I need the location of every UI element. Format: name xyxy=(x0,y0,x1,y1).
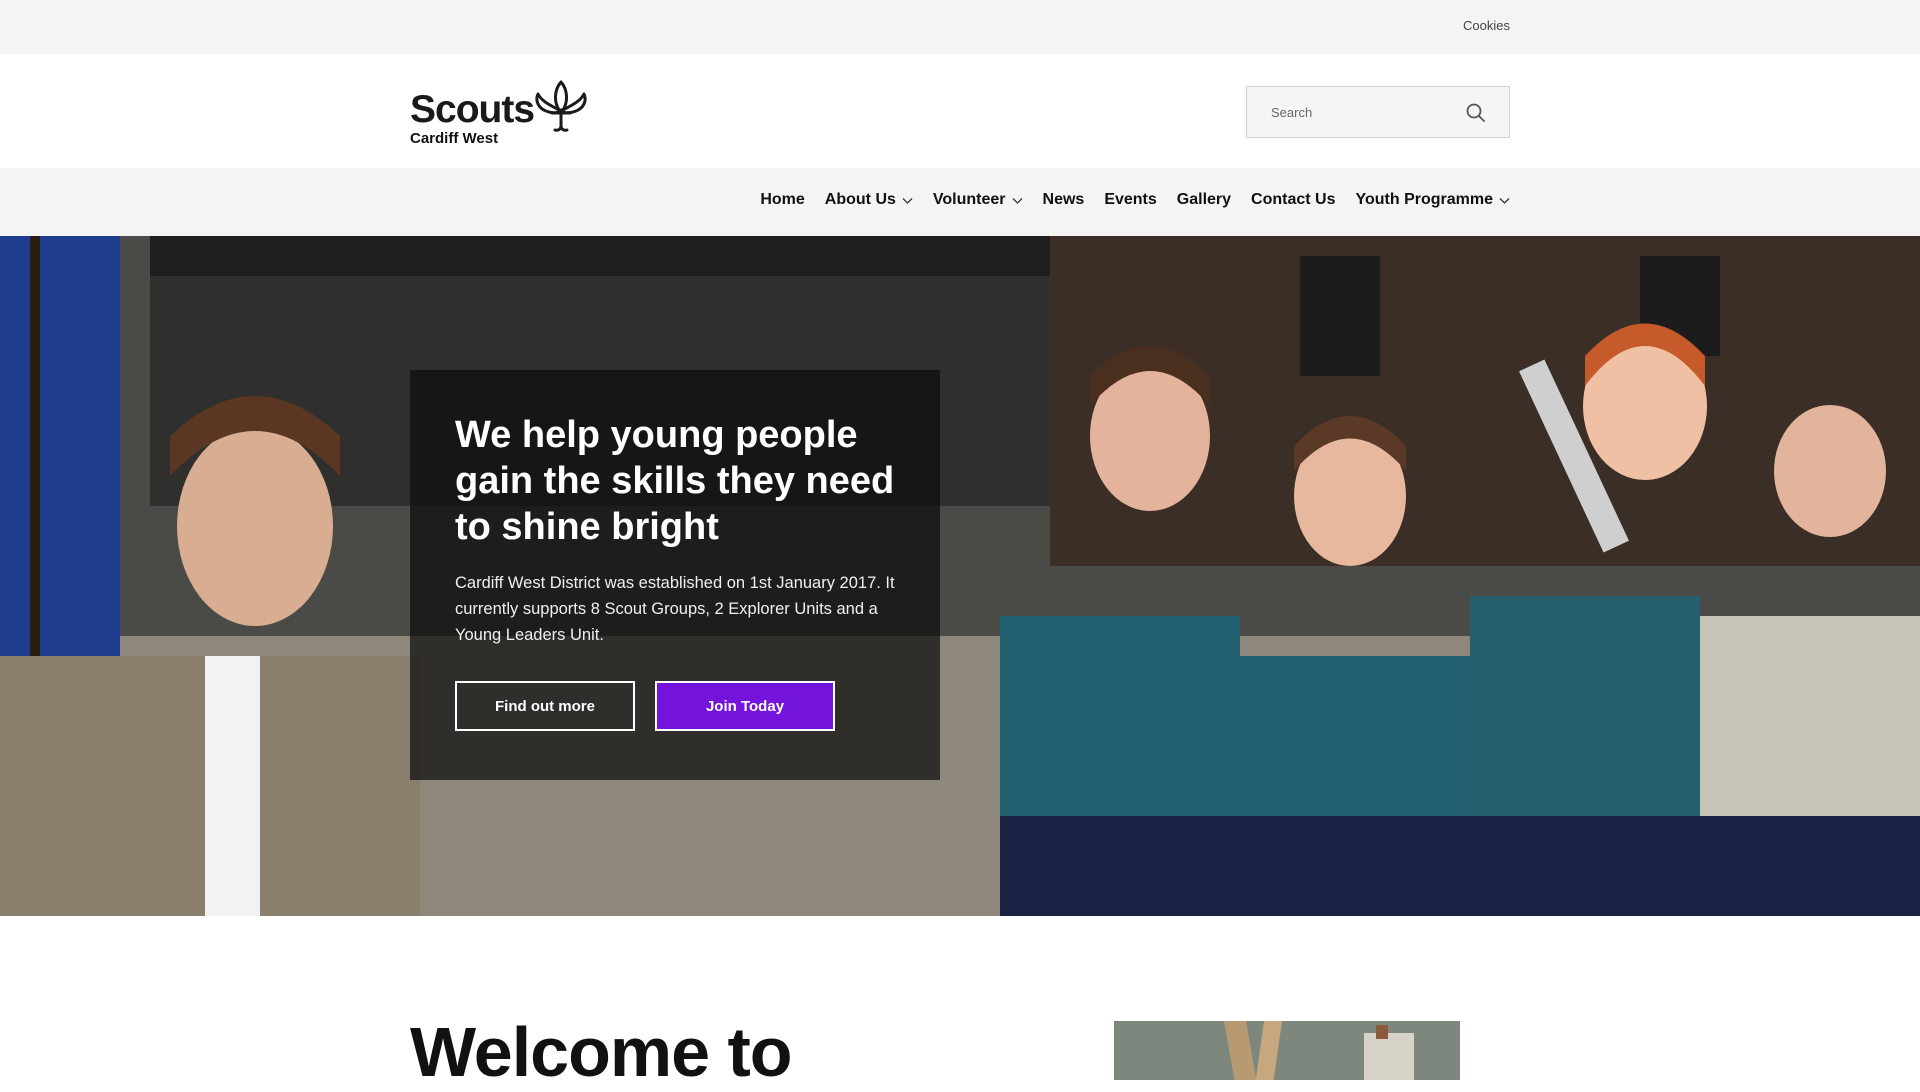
logo-subtitle: Cardiff West xyxy=(410,130,499,147)
nav-item-gallery[interactable]: Gallery xyxy=(1177,191,1231,209)
nav-item-label: News xyxy=(1042,191,1085,208)
cookies-link[interactable]: Cookies xyxy=(1463,18,1510,33)
nav-item-home[interactable]: Home xyxy=(760,191,804,209)
chevron-down-icon xyxy=(1012,197,1022,204)
welcome-title: Welcome to xyxy=(410,1013,793,1091)
welcome-image xyxy=(1114,1021,1460,1080)
nav-item-label: Contact Us xyxy=(1251,191,1336,208)
find-out-more-button[interactable]: Find out more xyxy=(455,681,635,731)
nav-item-youth-programme[interactable]: Youth Programme xyxy=(1356,191,1511,209)
chevron-down-icon xyxy=(1499,197,1510,204)
hero-photo xyxy=(0,236,1920,916)
hero-banner: We help young people gain the skills the… xyxy=(0,236,1920,916)
search-input[interactable] xyxy=(1247,87,1462,137)
nav-item-about-us[interactable]: About Us xyxy=(825,191,913,209)
search-box xyxy=(1246,86,1510,138)
hero-panel: We help young people gain the skills the… xyxy=(410,370,940,780)
nav-item-label: Gallery xyxy=(1176,191,1232,208)
hero-description: Cardiff West District was established on… xyxy=(455,574,895,644)
nav-item-events[interactable]: Events xyxy=(1104,191,1156,209)
logo-wordmark: Scouts xyxy=(410,88,535,131)
nav-item-label: About Us xyxy=(824,191,896,208)
search-icon[interactable] xyxy=(1465,102,1487,124)
site-logo[interactable]: Scouts Cardiff West xyxy=(410,78,600,150)
nav-list: Home About Us Volunteer News Events Gall… xyxy=(740,191,1510,209)
nav-item-news[interactable]: News xyxy=(1043,191,1085,209)
nav-item-label: Home xyxy=(760,191,805,208)
chevron-down-icon xyxy=(902,197,913,204)
main-nav: Home About Us Volunteer News Events Gall… xyxy=(0,168,1920,236)
hero-heading: We help young people gain the skills the… xyxy=(455,414,895,548)
site-header: Scouts Cardiff West xyxy=(0,54,1920,168)
fleur-de-lis-icon xyxy=(535,80,587,132)
nav-item-contact-us[interactable]: Contact Us xyxy=(1251,191,1335,209)
nav-item-volunteer[interactable]: Volunteer xyxy=(933,191,1023,209)
nav-item-label: Events xyxy=(1104,191,1157,208)
welcome-photo xyxy=(1114,1021,1460,1080)
nav-item-label: Youth Programme xyxy=(1355,191,1494,208)
nav-item-label: Volunteer xyxy=(932,191,1006,208)
join-today-button[interactable]: Join Today xyxy=(655,681,835,731)
top-bar: Cookies xyxy=(0,0,1920,54)
